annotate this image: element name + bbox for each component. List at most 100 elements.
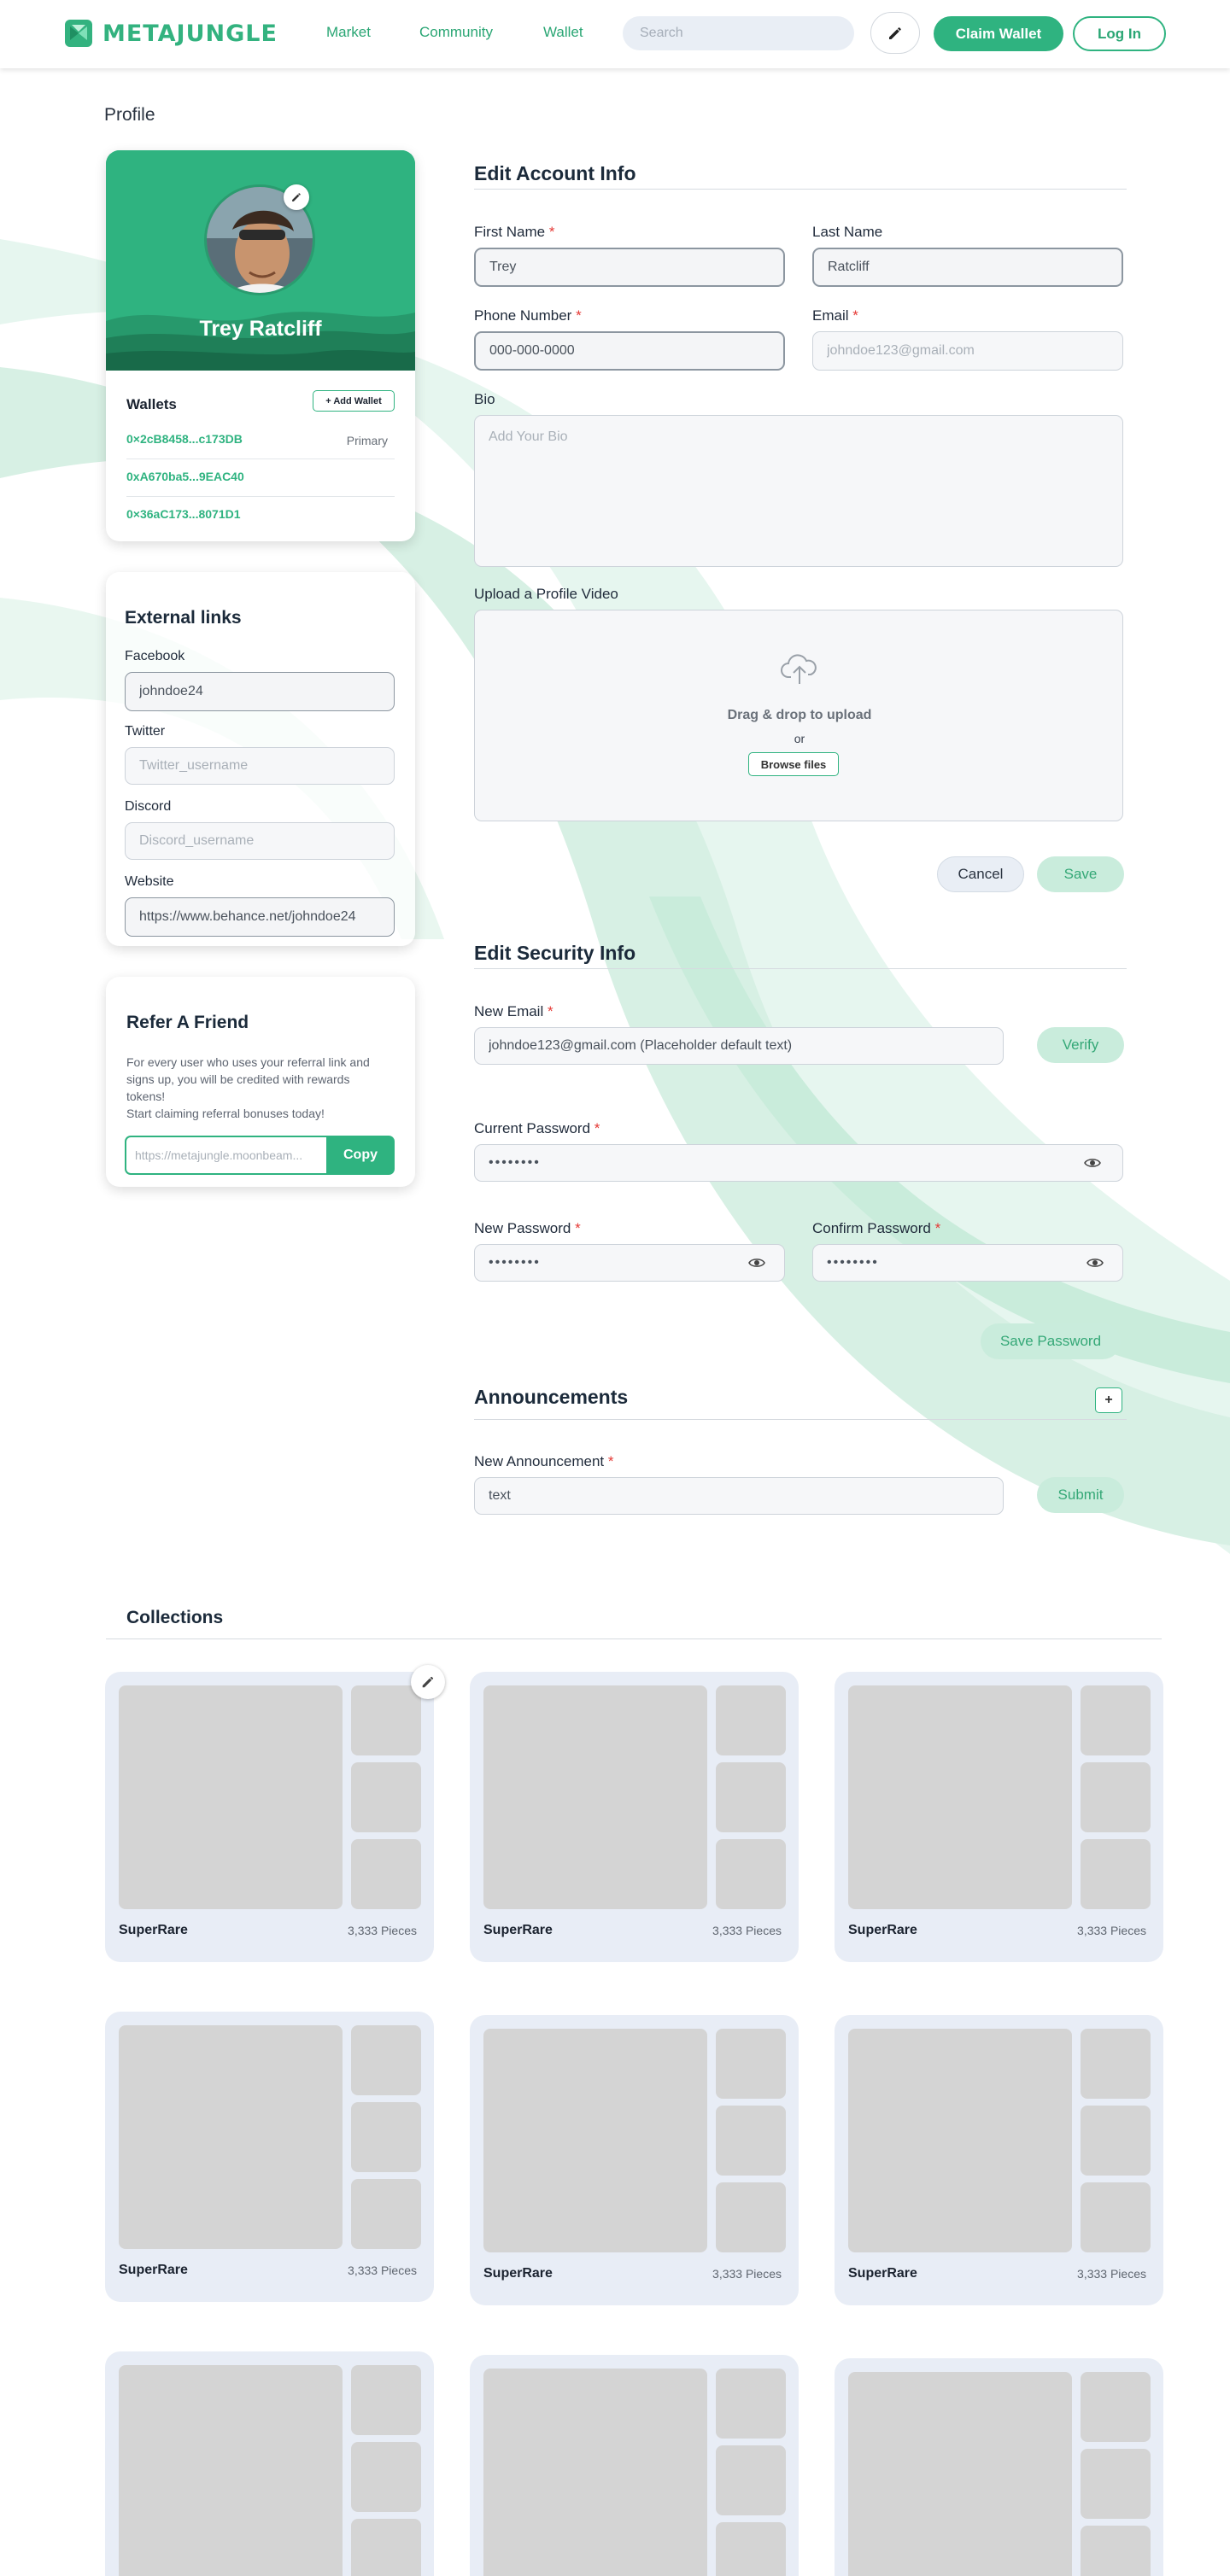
save-password-button[interactable]: Save Password (981, 1323, 1121, 1359)
collection-name: SuperRare (483, 1923, 553, 1937)
or-text: or (794, 732, 805, 745)
edit-security-title: Edit Security Info (474, 942, 636, 964)
new-email-label: New Email * (474, 1003, 554, 1019)
collection-main-image (483, 2029, 707, 2252)
email-input[interactable] (812, 331, 1123, 371)
collection-thumb (716, 1839, 786, 1909)
collection-edit-button[interactable] (411, 1665, 445, 1699)
metajungle-logo-icon (65, 20, 92, 47)
collection-thumb (351, 2102, 421, 2172)
collection-thumb (716, 2445, 786, 2515)
new-password-label: New Password * (474, 1220, 581, 1236)
brand-logo[interactable]: METAJUNGLE (63, 18, 278, 49)
collection-thumb (716, 2106, 786, 2176)
upload-video-label: Upload a Profile Video (474, 586, 618, 602)
collection-thumb (351, 2519, 421, 2576)
collection-count: 3,333 Pieces (712, 2267, 782, 2281)
collection-main-image (483, 2369, 707, 2576)
collection-card[interactable]: SuperRare 3,333 Pieces (470, 1672, 799, 1962)
collection-card[interactable] (470, 2355, 799, 2576)
collection-thumb (1081, 2449, 1151, 2519)
claim-wallet-button[interactable]: Claim Wallet (934, 16, 1063, 51)
bio-textarea[interactable] (474, 415, 1123, 567)
collection-card[interactable]: SuperRare 3,333 Pieces (835, 1672, 1163, 1962)
video-dropzone[interactable]: Drag & drop to upload or Browse files (474, 610, 1123, 821)
collection-main-image (119, 2365, 343, 2576)
collection-count: 3,333 Pieces (1077, 2267, 1146, 2281)
add-announcement-button[interactable]: + (1095, 1387, 1122, 1413)
last-name-label: Last Name (812, 224, 883, 240)
search-input[interactable] (623, 16, 854, 50)
collection-thumb (1081, 1839, 1151, 1909)
collection-thumb (716, 2029, 786, 2099)
top-navbar: METAJUNGLE Market Community Wallet Claim… (0, 0, 1230, 68)
new-email-input[interactable] (474, 1027, 1004, 1065)
submit-announcement-button[interactable]: Submit (1037, 1477, 1124, 1513)
collection-count: 3,333 Pieces (348, 2263, 417, 2277)
collection-thumb (351, 2442, 421, 2512)
collection-name: SuperRare (848, 1923, 917, 1937)
collection-name: SuperRare (483, 2266, 553, 2281)
collection-main-image (848, 2372, 1072, 2576)
collection-thumb (1081, 1685, 1151, 1755)
collection-thumb (716, 2182, 786, 2252)
collection-main-image (848, 2029, 1072, 2252)
collection-count: 3,333 Pieces (712, 1924, 782, 1937)
new-password-input[interactable] (474, 1244, 785, 1282)
collection-thumb (1081, 2182, 1151, 2252)
current-password-input[interactable] (474, 1144, 1123, 1182)
collection-name: SuperRare (119, 2263, 188, 2277)
last-name-input[interactable] (812, 248, 1123, 287)
collection-main-image (483, 1685, 707, 1909)
collection-card[interactable] (835, 2358, 1163, 2576)
collection-thumb (351, 2365, 421, 2435)
collection-card[interactable]: SuperRare 3,333 Pieces (105, 2012, 434, 2302)
collection-main-image (848, 1685, 1072, 1909)
collection-count: 3,333 Pieces (1077, 1924, 1146, 1937)
eye-icon[interactable] (748, 1257, 765, 1269)
confirm-password-label: Confirm Password * (812, 1220, 941, 1236)
collection-thumb (1081, 2372, 1151, 2442)
new-announcement-label: New Announcement * (474, 1453, 614, 1469)
account-section: Edit Account Info First Name * Last Name… (0, 0, 1230, 1622)
first-name-label: First Name * (474, 224, 555, 240)
drag-drop-text: Drag & drop to upload (727, 708, 872, 722)
collection-thumb (351, 1839, 421, 1909)
collection-card[interactable]: SuperRare 3,333 Pieces (470, 2015, 799, 2305)
eye-icon[interactable] (1084, 1157, 1101, 1169)
nav-link-community[interactable]: Community (419, 24, 493, 41)
collection-card[interactable] (105, 2351, 434, 2576)
announcement-input[interactable] (474, 1477, 1004, 1515)
collection-thumb (351, 1762, 421, 1832)
phone-label: Phone Number * (474, 307, 582, 324)
first-name-input[interactable] (474, 248, 785, 287)
collection-card[interactable]: SuperRare 3,333 Pieces (105, 1665, 445, 1962)
collection-thumb (716, 1685, 786, 1755)
verify-button[interactable]: Verify (1037, 1027, 1124, 1063)
phone-input[interactable] (474, 331, 785, 371)
brand-name: METAJUNGLE (102, 20, 278, 47)
nav-link-market[interactable]: Market (326, 24, 371, 41)
browse-files-button[interactable]: Browse files (748, 752, 839, 776)
pencil-icon (889, 26, 901, 39)
announcements-title: Announcements (474, 1386, 629, 1408)
divider (474, 189, 1127, 190)
eye-icon[interactable] (1086, 1257, 1104, 1269)
collection-card[interactable]: SuperRare 3,333 Pieces (835, 2015, 1163, 2305)
save-button[interactable]: Save (1037, 856, 1124, 892)
edit-button[interactable] (870, 12, 920, 54)
current-password-label: Current Password * (474, 1120, 600, 1136)
collection-main-image (119, 1685, 343, 1909)
collection-thumb (716, 1762, 786, 1832)
collection-thumb (1081, 2029, 1151, 2099)
pencil-icon (422, 1676, 434, 1688)
login-button[interactable]: Log In (1073, 16, 1166, 51)
divider (474, 1419, 1127, 1420)
collection-thumb (351, 1685, 421, 1755)
cancel-button[interactable]: Cancel (937, 856, 1024, 892)
confirm-password-input[interactable] (812, 1244, 1123, 1282)
collection-thumb (1081, 1762, 1151, 1832)
nav-link-wallet[interactable]: Wallet (543, 24, 583, 41)
collection-thumb (1081, 2526, 1151, 2576)
cloud-upload-icon (781, 654, 817, 684)
